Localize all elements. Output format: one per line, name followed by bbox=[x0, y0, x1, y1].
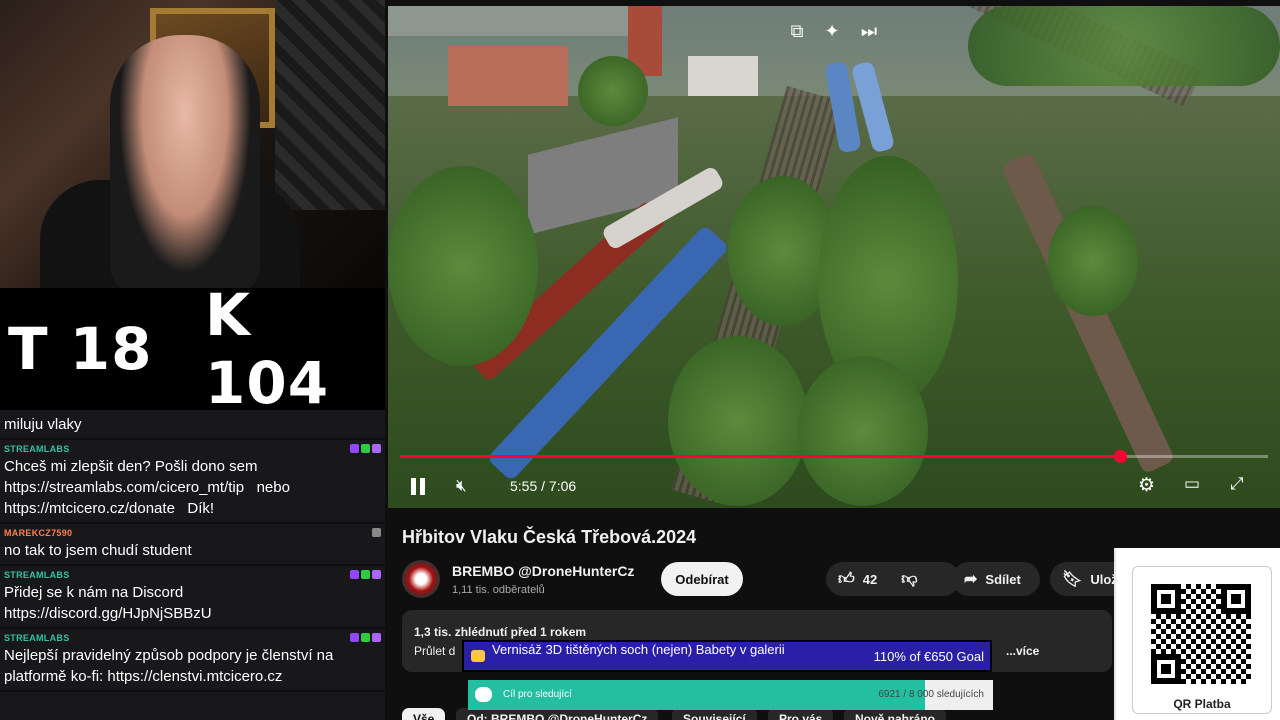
autoplay-icon[interactable]: ✦ bbox=[819, 18, 845, 44]
chat-message: STREAMLABS Přidej se k nám na Discord ht… bbox=[0, 566, 385, 629]
save-button[interactable]: 🔖︎ Ulož bbox=[1050, 562, 1118, 596]
progress-played bbox=[400, 455, 1121, 458]
miniplayer-icon[interactable]: ⧉ bbox=[784, 18, 810, 44]
badge-icon bbox=[372, 444, 381, 453]
badges bbox=[350, 633, 381, 642]
like-icon[interactable]: 👍︎ bbox=[838, 570, 855, 589]
stream-sidebar: T 18 K 104 miluju vlaky STREAMLABS Chceš… bbox=[0, 0, 385, 720]
channel-avatar[interactable] bbox=[402, 560, 440, 598]
goal-amount: 6921 / 8 000 sledujících bbox=[878, 689, 984, 700]
chat-message: STREAMLABS Nejlepší pravidelný způsob po… bbox=[0, 629, 385, 692]
score-t: T 18 bbox=[8, 315, 153, 383]
badge-icon bbox=[372, 570, 381, 579]
like-count: 42 bbox=[862, 571, 878, 587]
like-dislike-group: 👍︎ 42 👎︎ bbox=[826, 562, 960, 596]
tree bbox=[668, 336, 808, 506]
chat-username: STREAMLABS bbox=[4, 444, 70, 454]
score-overlay: T 18 K 104 bbox=[0, 281, 385, 417]
building bbox=[448, 46, 568, 106]
chat-username: STREAMLABS bbox=[4, 570, 70, 580]
fullscreen-icon[interactable]: ⤢ bbox=[1230, 474, 1244, 494]
mute-icon[interactable]: 🔇︎ bbox=[456, 476, 467, 496]
video-title: Hřbitov Vlaku Česká Třebová.2024 bbox=[402, 527, 697, 547]
goal-amount: 110% of €650 Goal bbox=[873, 649, 984, 664]
badges bbox=[350, 444, 381, 453]
badge-icon bbox=[361, 633, 370, 642]
gift-icon bbox=[471, 650, 485, 662]
progress-bar[interactable] bbox=[400, 450, 1268, 463]
goal-title: Vernisáž 3D tištěných soch (nejen) Babet… bbox=[492, 642, 785, 657]
share-icon: ➦ bbox=[964, 571, 978, 588]
qr-label: QR Platba bbox=[1173, 697, 1231, 711]
subscribe-button[interactable]: Odebírat bbox=[661, 562, 743, 596]
badge-icon bbox=[361, 570, 370, 579]
score-k: K 104 bbox=[205, 281, 330, 417]
chat-text: Přidej se k nám na Discord https://disco… bbox=[4, 584, 212, 622]
qr-finder bbox=[1151, 584, 1181, 614]
badge-icon bbox=[350, 570, 359, 579]
chat-username: MAREKCZ7590 bbox=[4, 528, 73, 538]
chat-text: Chceš mi zlepšit den? Pošli dono sem htt… bbox=[4, 458, 290, 517]
qr-code bbox=[1151, 584, 1251, 684]
badge-icon bbox=[350, 444, 359, 453]
tree-line bbox=[968, 6, 1280, 86]
badge-icon bbox=[361, 444, 370, 453]
time-display: 5:55 / 7:06 bbox=[510, 478, 577, 494]
building bbox=[688, 56, 758, 96]
badge-icon bbox=[350, 633, 359, 642]
qr-finder bbox=[1151, 654, 1181, 684]
channel-name[interactable]: BREMBO @DroneHunterCz bbox=[452, 563, 634, 579]
view-count: 1,3 tis. zhlédnutí před 1 rokem bbox=[414, 625, 587, 639]
dislike-icon[interactable]: 👎︎ bbox=[901, 570, 917, 589]
webcam-feed bbox=[0, 0, 385, 288]
share-button[interactable]: ➦ Sdílet bbox=[952, 562, 1040, 596]
badges bbox=[372, 528, 381, 537]
video-player[interactable]: ⧉ ✦ ⏭ 🔇︎ 5:55 / 7:06 ⚙ ▭ ⤢ bbox=[388, 6, 1280, 508]
chat-message: STREAMLABS Chceš mi zlepšit den? Pošli d… bbox=[0, 440, 385, 524]
screen: T 18 K 104 miluju vlaky STREAMLABS Chceš… bbox=[0, 0, 1280, 720]
bookmark-icon: 🔖︎ bbox=[1062, 571, 1083, 588]
chat-text: Nejlepší pravidelný způsob podpory je čl… bbox=[4, 647, 334, 685]
chat-message: MAREKCZ7590 no tak to jsem chudí student bbox=[0, 524, 385, 566]
more-link[interactable]: ...více bbox=[1006, 644, 1039, 658]
donation-goal: Vernisáž 3D tištěných soch (nejen) Babet… bbox=[462, 640, 992, 672]
tree bbox=[388, 166, 538, 366]
chat-username: STREAMLABS bbox=[4, 633, 70, 643]
theater-icon[interactable]: ▭ bbox=[1184, 474, 1200, 494]
heart-icon bbox=[475, 687, 492, 702]
streamer-face bbox=[110, 35, 260, 288]
badges bbox=[350, 570, 381, 579]
badge-icon bbox=[372, 528, 381, 537]
chat-text: miluju vlaky bbox=[4, 416, 82, 433]
qr-finder bbox=[1221, 584, 1251, 614]
tree bbox=[578, 56, 648, 126]
building bbox=[388, 6, 628, 36]
settings-icon[interactable]: ⚙ bbox=[1138, 474, 1155, 497]
acoustic-foam bbox=[275, 0, 385, 210]
skip-icon[interactable]: ⏭ bbox=[856, 18, 882, 44]
badge-icon bbox=[372, 633, 381, 642]
chat-panel: miluju vlaky STREAMLABS Chceš mi zlepšit… bbox=[0, 410, 385, 720]
description-text: Průlet d bbox=[414, 644, 456, 658]
qr-payment-panel: QR Platba bbox=[1114, 548, 1280, 720]
pause-icon[interactable] bbox=[408, 476, 428, 496]
chat-message: miluju vlaky bbox=[0, 410, 385, 440]
goal-title: Cíl pro sledující bbox=[503, 689, 572, 700]
tree bbox=[1048, 206, 1138, 316]
tree bbox=[798, 356, 928, 506]
qr-card: QR Platba bbox=[1132, 566, 1272, 714]
share-label: Sdílet bbox=[985, 571, 1021, 587]
follower-goal: Cíl pro sledující 6921 / 8 000 sledující… bbox=[468, 680, 993, 710]
chip-all[interactable]: Vše bbox=[402, 708, 446, 720]
chat-text: no tak to jsem chudí student bbox=[4, 542, 192, 559]
subscriber-count: 1,11 tis. odběratelů bbox=[452, 584, 545, 596]
